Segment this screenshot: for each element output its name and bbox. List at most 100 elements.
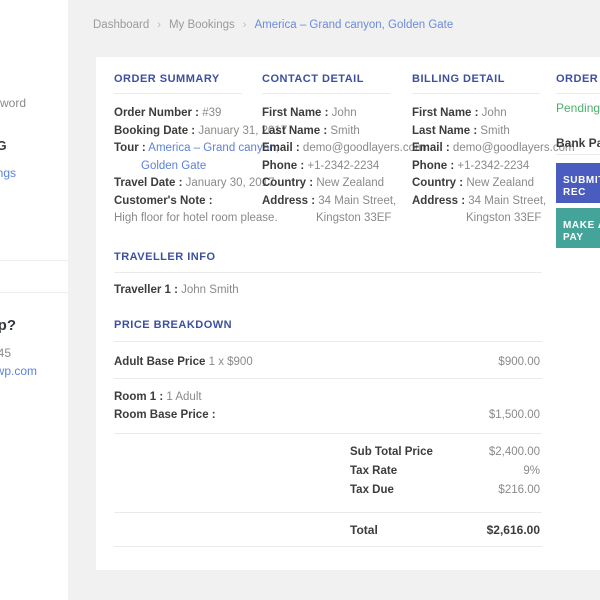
first-name-value: John (481, 107, 507, 119)
contact-phone-row: Phone : +1-2342-2234 (262, 158, 410, 176)
total-value: $2,616.00 (486, 523, 540, 537)
booking-date-row: Booking Date : January 31, 2017 (114, 123, 287, 141)
billing-country-row: Country : New Zealand (412, 175, 552, 193)
email-label: Email : (262, 142, 300, 154)
make-payment-button-line1: MAKE A (563, 219, 600, 231)
phone-label: Phone : (412, 159, 455, 172)
billing-address-row: Address : 34 Main Street, (412, 193, 552, 211)
price-breakdown-title: PRICE BREAKDOWN (114, 319, 233, 331)
sub-total-value: $2,400.00 (488, 446, 540, 458)
tour-link[interactable]: Golden Gate (141, 160, 206, 172)
adult-base-price-amount: $900.00 (498, 356, 540, 368)
contact-address-row: Address : 34 Main Street, (262, 193, 410, 211)
last-name-label: Last Name : (262, 124, 328, 137)
submit-receipt-button-line2: REC (563, 187, 586, 198)
customer-note-label: Customer's Note : (114, 194, 213, 207)
booking-date-label: Booking Date : (114, 124, 196, 137)
country-value: New Zealand (316, 177, 385, 189)
breadcrumb-current-page: America – Grand canyon, Golden Gate (254, 19, 454, 31)
sidebar-website-link[interactable]: urwp.com (0, 364, 37, 378)
submit-receipt-button[interactable]: SUBMIT REC (556, 163, 600, 203)
customer-note-text: High floor for hotel room please. (114, 210, 278, 228)
billing-detail-section: First Name : John Last Name : Smith Emai… (412, 105, 575, 228)
section-underline (114, 93, 242, 94)
last-name-label: Last Name : (412, 124, 478, 137)
phone-value: +1-2342-2234 (307, 159, 380, 172)
address-label: Address : (412, 194, 466, 207)
order-number-label: Order Number : (114, 107, 199, 119)
country-label: Country : (412, 177, 464, 189)
order-summary-section: Order Number : #39 Booking Date : Januar… (114, 105, 287, 228)
breadcrumb-dashboard[interactable]: Dashboard (93, 19, 149, 31)
order-detail-card: ORDER SUMMARY CONTACT DETAIL BILLING DET… (96, 57, 600, 570)
phone-value: +1-2342-2234 (457, 159, 530, 172)
bottom-divider (114, 546, 542, 547)
tax-due-label: Tax Due (350, 484, 394, 496)
tour-label: Tour : (114, 142, 146, 154)
adult-base-price-row: Adult Base Price 1 x $900 $900.00 (114, 356, 540, 368)
first-name-label: First Name : (412, 107, 479, 119)
tour-row-line2: Golden Gate (114, 158, 259, 176)
billing-address-row-line2: Kingston 33EF (412, 210, 552, 228)
order-status-title: ORDER STATUS (556, 73, 600, 85)
sidebar-section-heading: G (0, 138, 7, 153)
tax-rate-label: Tax Rate (350, 465, 398, 477)
traveller-info-underline (114, 272, 542, 273)
last-name-value: Smith (330, 124, 360, 137)
adult-base-price-qty: 1 x $900 (208, 356, 253, 368)
room-base-price-row: Room Base Price : $1,500.00 (114, 409, 540, 421)
billing-detail-title: BILLING DETAIL (412, 73, 505, 85)
section-underline (556, 93, 600, 94)
adult-base-price-label: Adult Base Price (114, 356, 206, 368)
room-base-price-label: Room Base Price : (114, 409, 216, 421)
billing-phone-row: Phone : +1-2342-2234 (412, 158, 552, 176)
last-name-value: Smith (480, 124, 510, 137)
submit-receipt-button-line1: SUBMIT (563, 174, 600, 186)
address-value: 34 Main Street, (468, 194, 547, 207)
make-payment-button[interactable]: MAKE A PAY (556, 208, 600, 248)
tax-rate-value: 9% (523, 465, 540, 477)
section-underline (412, 93, 540, 94)
make-payment-button-line2: PAY (563, 232, 584, 243)
email-label: Email : (412, 142, 450, 154)
country-label: Country : (262, 177, 314, 189)
contact-address-row-line2: Kingston 33EF (262, 210, 410, 228)
country-value: New Zealand (466, 177, 535, 189)
traveller-label: Traveller 1 : (114, 284, 178, 296)
sidebar-item-change-password[interactable]: ssword (0, 96, 26, 110)
address-value: 34 Main Street, (318, 194, 397, 207)
contact-first-name-row: First Name : John (262, 105, 410, 123)
contact-country-row: Country : New Zealand (262, 175, 410, 193)
travel-date-row: Travel Date : January 30, 2017 (114, 175, 274, 193)
total-label: Total (350, 523, 378, 537)
order-number-value: #39 (202, 107, 222, 119)
room-base-price-amount: $1,500.00 (488, 409, 540, 421)
breadcrumb-separator-icon: › (157, 19, 161, 31)
billing-last-name-row: Last Name : Smith (412, 123, 552, 141)
payment-method-label: Bank Payment (556, 136, 600, 150)
first-name-label: First Name : (262, 107, 329, 119)
contact-email-row: Email : demo@goodlayers.com (262, 140, 425, 158)
sidebar-phone-number: 45 (0, 346, 11, 360)
sidebar-item-my-bookings[interactable]: ings (0, 166, 16, 180)
tour-link[interactable]: America – Grand canyon, (148, 142, 278, 154)
traveller-row: Traveller 1 : John Smith (114, 284, 540, 296)
customer-note-value: High floor for hotel room please. (114, 212, 278, 224)
contact-detail-title: CONTACT DETAIL (262, 73, 364, 85)
order-status-badge: Pending (556, 101, 600, 115)
address-label: Address : (262, 194, 316, 207)
travel-date-label: Travel Date : (114, 177, 183, 189)
breadcrumb: Dashboard › My Bookings › America – Gran… (93, 19, 453, 31)
tax-due-value: $216.00 (498, 484, 540, 496)
price-breakdown-underline (114, 341, 542, 342)
contact-last-name-row: Last Name : Smith (262, 123, 410, 141)
traveller-name: John Smith (181, 284, 239, 296)
sub-total-label: Sub Total Price (350, 446, 433, 458)
sidebar-divider (0, 260, 68, 261)
breadcrumb-separator-icon: › (242, 19, 247, 31)
section-underline (262, 93, 390, 94)
customer-note-row: Customer's Note : (114, 193, 259, 211)
order-summary-title: ORDER SUMMARY (114, 73, 220, 85)
billing-email-row: Email : demo@goodlayers.com (412, 140, 575, 158)
breadcrumb-my-bookings[interactable]: My Bookings (169, 19, 235, 31)
